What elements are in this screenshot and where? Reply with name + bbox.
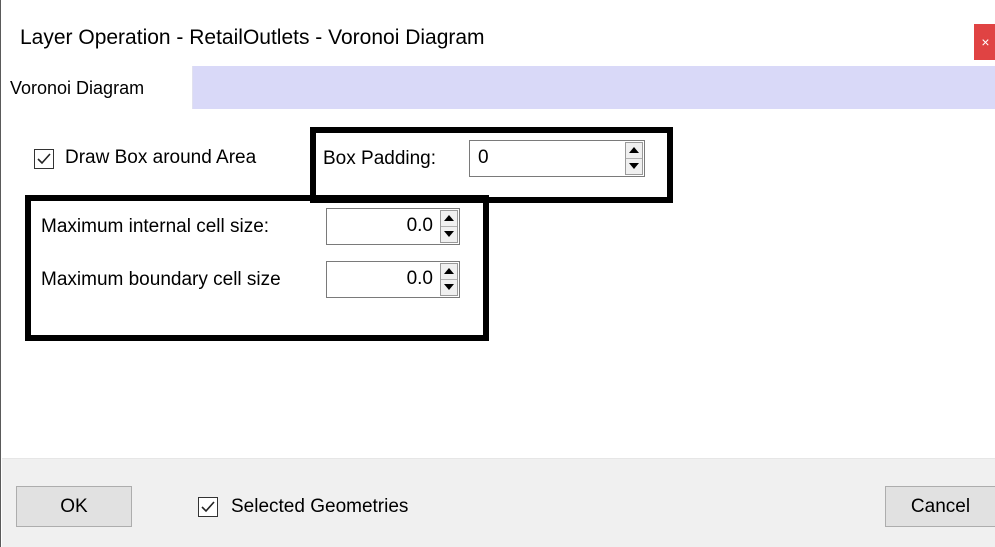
max-boundary-value: 0.0 [406, 268, 433, 289]
box-padding-input[interactable]: 0 [469, 140, 645, 177]
max-boundary-down-button[interactable] [441, 280, 457, 295]
dialog-window: Layer Operation - RetailOutlets - Vorono… [0, 0, 995, 547]
max-boundary-label: Maximum boundary cell size [41, 269, 281, 290]
arrow-up-icon [629, 147, 639, 153]
checkmark-icon [37, 153, 51, 165]
dialog-footer: OK Selected Geometries Cancel [2, 458, 995, 547]
box-padding-label: Box Padding: [323, 148, 437, 169]
max-boundary-input[interactable]: 0.0 [326, 261, 460, 298]
close-icon: × [981, 34, 990, 50]
box-padding-spinner[interactable] [625, 142, 643, 175]
arrow-down-icon [444, 284, 454, 290]
options-panel: Draw Box around Area Box Padding: 0 Maxi… [2, 109, 995, 458]
draw-box-checkbox[interactable] [34, 149, 54, 169]
arrow-down-icon [444, 231, 454, 237]
arrow-up-icon [444, 268, 454, 274]
checkmark-icon [201, 501, 215, 513]
tab-voronoi-diagram[interactable]: Voronoi Diagram [2, 66, 193, 109]
max-internal-label: Maximum internal cell size: [41, 216, 270, 237]
arrow-up-icon [444, 215, 454, 221]
max-internal-down-button[interactable] [441, 227, 457, 242]
title-bar[interactable]: Layer Operation - RetailOutlets - Vorono… [2, 0, 995, 66]
cancel-button[interactable]: Cancel [885, 486, 995, 527]
ok-button[interactable]: OK [16, 486, 132, 527]
draw-box-label[interactable]: Draw Box around Area [65, 147, 256, 169]
close-button[interactable]: × [974, 24, 995, 60]
max-internal-spinner[interactable] [440, 210, 458, 243]
max-internal-input[interactable]: 0.0 [326, 208, 460, 245]
max-boundary-up-button[interactable] [441, 264, 457, 280]
max-internal-value: 0.0 [406, 215, 433, 236]
box-padding-up-button[interactable] [626, 143, 642, 159]
tab-strip: Voronoi Diagram [2, 66, 995, 109]
tab-label: Voronoi Diagram [10, 78, 145, 98]
arrow-down-icon [629, 163, 639, 169]
window-title: Layer Operation - RetailOutlets - Vorono… [20, 26, 485, 49]
max-boundary-spinner[interactable] [440, 263, 458, 296]
box-padding-down-button[interactable] [626, 159, 642, 174]
box-padding-value: 0 [478, 147, 489, 168]
selected-geometries-label[interactable]: Selected Geometries [231, 496, 408, 518]
selected-geometries-checkbox[interactable] [198, 497, 218, 517]
max-internal-up-button[interactable] [441, 211, 457, 227]
